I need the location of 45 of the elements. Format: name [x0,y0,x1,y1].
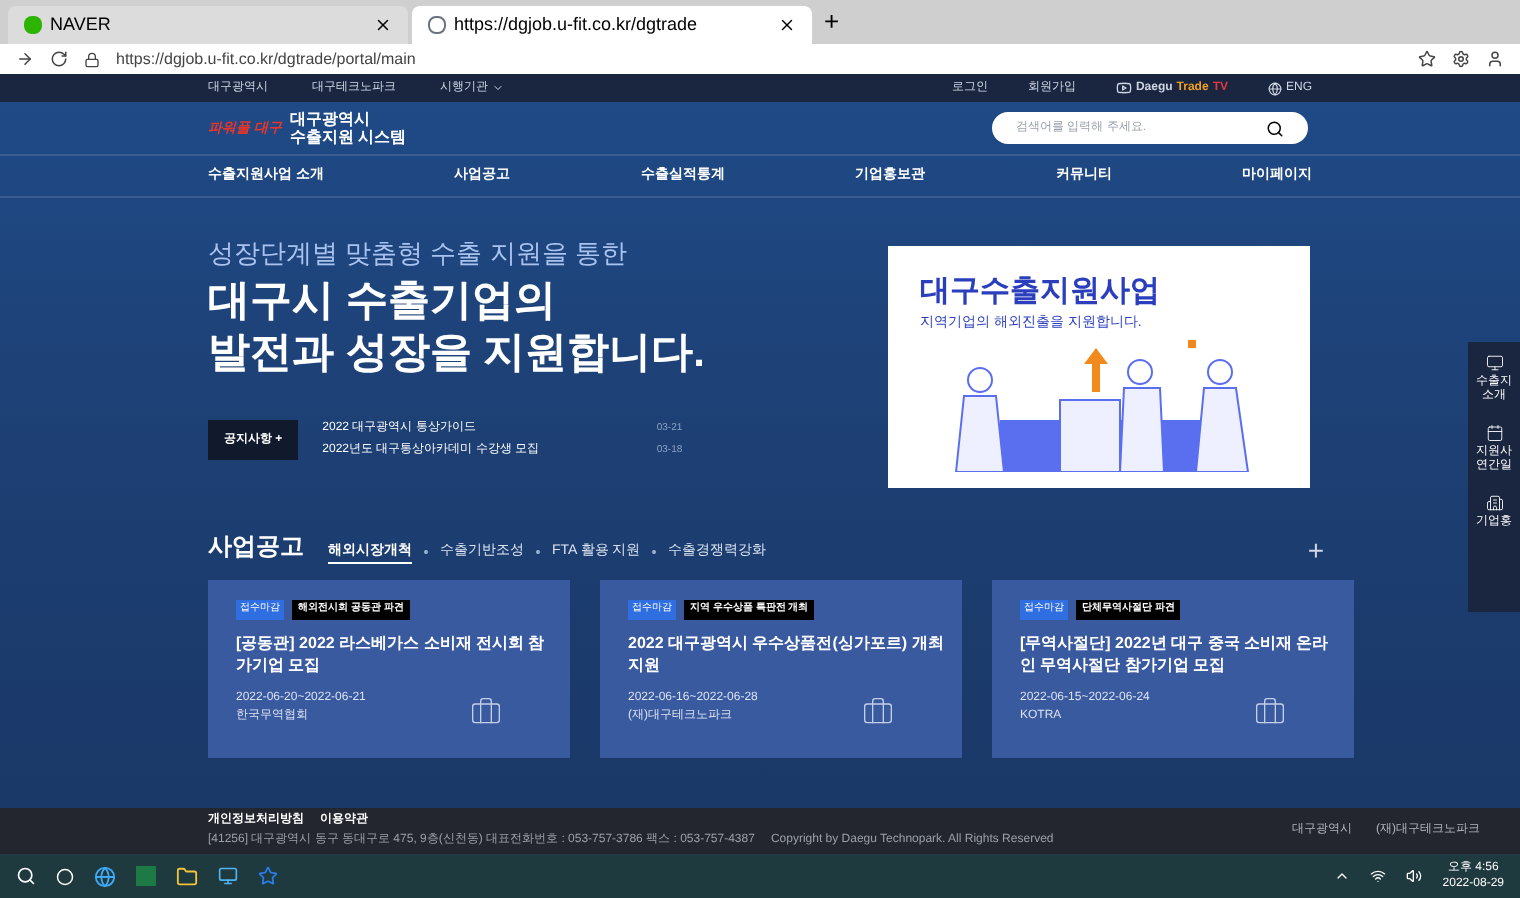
volume-icon[interactable] [1406,868,1423,884]
hero-title: 대구시 수출기업의 [208,276,558,328]
url-text[interactable]: https://dgjob.u-fit.co.kr/dgtrade/portal/main [116,47,1402,71]
favorite-icon[interactable] [1418,50,1436,68]
announcement-title: 2022 대구광역시 우수상품전(싱가포르) 개최 지원 [628,631,944,675]
briefcase-icon [1254,696,1286,728]
briefcase-icon [470,696,502,728]
lock-icon [84,51,100,67]
logo-title: 수출지원 시스템 [289,128,407,146]
new-tab-button[interactable]: + [816,1,848,40]
profile-icon[interactable] [1486,50,1504,68]
monitor-icon[interactable] [218,866,238,886]
network-icon[interactable] [1370,868,1387,884]
star-icon[interactable] [258,866,278,886]
banner-title: 대구수출지원사업 [920,274,1162,310]
browser-tab[interactable]: NAVER [8,6,408,44]
calendar-icon[interactable] [1485,424,1503,442]
announcement-title: [무역사절단] 2022년 대구 중국 소비재 온라인 무역사절단 참가기업 모집 [1020,631,1331,675]
folder-icon[interactable] [176,865,198,887]
announcement-title: [공동관] 2022 라스베가스 소비재 전시회 참가기업 모집 [236,631,547,675]
tab-title: https://dgjob.u-fit.co.kr/dgtrade [454,11,700,38]
browser-tab[interactable]: https://dgjob.u-fit.co.kr/dgtrade [412,6,812,44]
section-title: 사업공고 [208,530,304,564]
browser-icon[interactable] [94,865,116,887]
briefcase-icon [862,696,894,728]
page-icon [428,16,446,34]
hero-title: 발전과 성장을 지원합니다. [208,328,708,380]
close-icon[interactable] [778,16,796,34]
monitor-icon[interactable] [1485,354,1503,372]
forward-icon[interactable] [16,50,34,68]
tab-title: NAVER [50,11,113,38]
more-button[interactable]: + [1307,536,1324,564]
circle-icon[interactable] [56,867,74,885]
page-icon [24,16,42,34]
caret-icon[interactable] [1334,868,1351,884]
close-icon[interactable] [374,16,392,34]
hero-subtitle: 성장단계별 맞춤형 수출 지원을 통한 [208,238,629,270]
play-icon [1115,80,1132,96]
chevron-down-icon [492,82,504,94]
search-icon[interactable] [1266,119,1284,137]
logo-title: 대구광역시 [289,110,372,128]
settings-icon[interactable] [1452,50,1470,68]
globe-icon [1267,81,1282,95]
reload-icon[interactable] [50,50,68,68]
building-icon[interactable] [1485,494,1503,512]
